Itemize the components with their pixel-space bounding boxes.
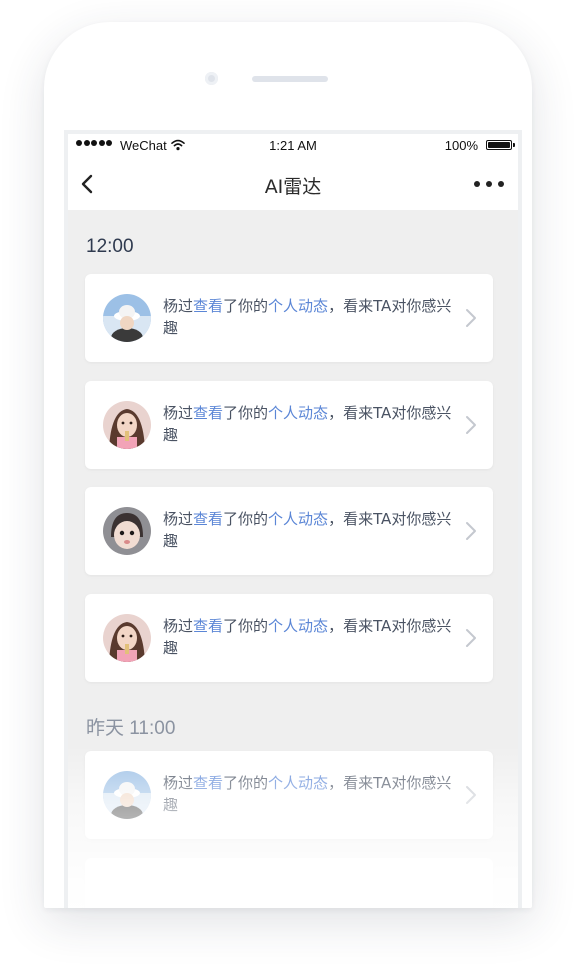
- more-dot-icon: [498, 181, 504, 187]
- visitor-message: 杨过查看了你的个人动态，看来TA对你感兴趣: [163, 508, 453, 552]
- visitor-name: 杨过: [163, 617, 194, 635]
- action-link[interactable]: 查看: [193, 774, 223, 792]
- visitor-message: 杨过查看了你的个人动态，看来TA对你感兴趣: [163, 615, 453, 659]
- avatar-girl-pink-icon: [103, 401, 151, 449]
- visitor-card[interactable]: 杨过查看了你的个人动态，看来TA对你感兴趣: [85, 381, 493, 469]
- status-bar: WeChat 1:21 AM 100%: [68, 134, 518, 160]
- visitor-card[interactable]: 杨过查看了你的个人动态，看来TA对你感兴趣: [85, 594, 493, 682]
- chevron-right-icon: [466, 786, 476, 804]
- visitor-message: 杨过查看了你的个人动态，看来TA对你感兴趣: [163, 402, 453, 446]
- battery-percent: 100%: [444, 138, 478, 153]
- chevron-right-icon: [466, 629, 476, 647]
- target-link[interactable]: 个人动态: [268, 774, 328, 792]
- avatar: [103, 614, 151, 662]
- nav-bar: AI雷达: [68, 160, 518, 210]
- visitor-message: 杨过查看了你的个人动态，看来TA对你感兴趣: [163, 295, 453, 339]
- avatar-child-face-icon: [103, 507, 151, 555]
- target-link[interactable]: 个人动态: [268, 617, 328, 635]
- message-text: 了你的: [223, 774, 269, 792]
- visitor-card[interactable]: 杨过查看了你的个人动态，看来TA对你感兴趣: [85, 274, 493, 362]
- chevron-right-icon: [466, 309, 476, 327]
- avatar: [103, 294, 151, 342]
- more-dot-icon: [486, 181, 492, 187]
- avatar-hat-person-icon: [103, 294, 151, 342]
- avatar-girl-pink-icon: [103, 614, 151, 662]
- section-time-header: 12:00: [86, 236, 134, 257]
- more-button[interactable]: [474, 176, 504, 192]
- action-link[interactable]: 查看: [193, 617, 223, 635]
- avatar: [103, 771, 151, 819]
- avatar: [103, 401, 151, 449]
- message-text: 了你的: [223, 510, 269, 528]
- target-link[interactable]: 个人动态: [268, 510, 328, 528]
- more-dot-icon: [474, 181, 480, 187]
- message-text: 了你的: [223, 297, 269, 315]
- visitor-card[interactable]: [85, 858, 493, 908]
- speaker-slot: [252, 76, 328, 82]
- action-link[interactable]: 查看: [193, 297, 223, 315]
- avatar: [103, 507, 151, 555]
- page-title: AI雷达: [264, 176, 322, 198]
- visitor-card[interactable]: 杨过查看了你的个人动态，看来TA对你感兴趣: [85, 751, 493, 839]
- avatar-hat-person-icon: [103, 771, 151, 819]
- visitor-name: 杨过: [163, 404, 194, 422]
- visitor-name: 杨过: [163, 510, 194, 528]
- message-text: 了你的: [223, 617, 269, 635]
- chevron-right-icon: [466, 522, 476, 540]
- target-link[interactable]: 个人动态: [268, 297, 328, 315]
- section-time-header: 昨天 11:00: [86, 718, 176, 739]
- chevron-right-icon: [466, 416, 476, 434]
- action-link[interactable]: 查看: [193, 404, 223, 422]
- visitor-card[interactable]: 杨过查看了你的个人动态，看来TA对你感兴趣: [85, 487, 493, 575]
- message-text: 了你的: [223, 404, 269, 422]
- phone-frame: WeChat 1:21 AM 100% AI雷达 12:00 杨过查看了你的个人…: [44, 22, 532, 908]
- phone-screen: WeChat 1:21 AM 100% AI雷达 12:00 杨过查看了你的个人…: [64, 130, 522, 908]
- visitor-message: 杨过查看了你的个人动态，看来TA对你感兴趣: [163, 772, 453, 816]
- action-link[interactable]: 查看: [193, 510, 223, 528]
- visitor-name: 杨过: [163, 297, 194, 315]
- radar-list: 12:00 杨过查看了你的个人动态，看来TA对你感兴趣 杨过查看了你的个人动态，…: [68, 210, 518, 908]
- battery-icon: [486, 140, 515, 150]
- visitor-name: 杨过: [163, 774, 194, 792]
- camera-dot: [205, 72, 218, 85]
- page: WeChat 1:21 AM 100% AI雷达 12:00 杨过查看了你的个人…: [0, 0, 576, 973]
- target-link[interactable]: 个人动态: [268, 404, 328, 422]
